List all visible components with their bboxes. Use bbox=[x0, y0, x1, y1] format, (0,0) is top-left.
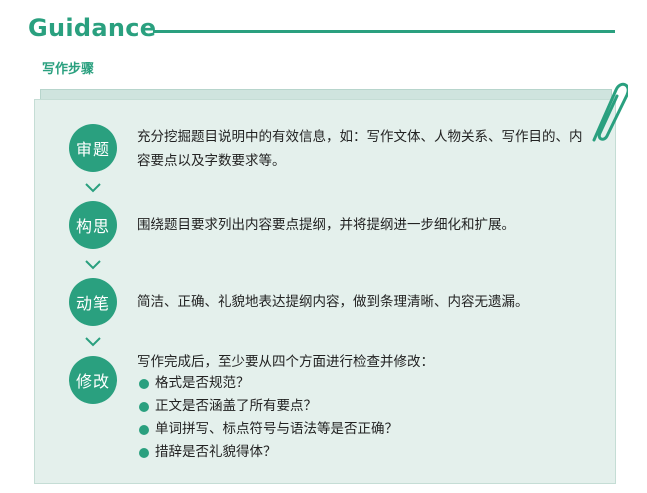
step-badge-review: 审题 bbox=[69, 124, 117, 172]
revision-checklist: 格式是否规范？ 正文是否涵盖了所有要点？ 单词拼写、标点符号与语法等是否正确？ … bbox=[137, 372, 592, 464]
section-subtitle: 写作步骤 bbox=[42, 62, 95, 77]
page-title: Guidance bbox=[28, 14, 157, 42]
title-rule bbox=[153, 30, 615, 33]
header: Guidance bbox=[28, 14, 618, 46]
step-text-write: 简洁、正确、礼貌地表达提纲内容，做到条理清晰、内容无遗漏。 bbox=[137, 294, 529, 310]
step-badge-revise: 修改 bbox=[69, 356, 117, 404]
checklist-item-text: 措辞是否礼貌得体？ bbox=[155, 444, 277, 460]
checklist-item-text: 单词拼写、标点符号与语法等是否正确？ bbox=[155, 421, 398, 437]
step-badge-write: 动笔 bbox=[69, 278, 117, 326]
chevron-down-icon bbox=[85, 260, 101, 270]
step-text-review: 充分挖掘题目说明中的有效信息，如：写作文体、人物关系、写作目的、内容要点以及字数… bbox=[137, 129, 583, 169]
chevron-down-icon bbox=[85, 337, 101, 347]
chevron-down-icon bbox=[85, 183, 101, 193]
bullet-dot bbox=[139, 379, 149, 389]
list-item: 正文是否涵盖了所有要点？ bbox=[137, 395, 592, 418]
bullet-dot bbox=[139, 402, 149, 412]
list-item: 格式是否规范？ bbox=[137, 372, 592, 395]
checklist-item-text: 格式是否规范？ bbox=[155, 375, 250, 391]
list-item: 单词拼写、标点符号与语法等是否正确？ bbox=[137, 418, 592, 441]
list-item: 措辞是否礼貌得体？ bbox=[137, 441, 592, 464]
bullet-dot bbox=[139, 448, 149, 458]
step-badge-plan: 构思 bbox=[69, 201, 117, 249]
bullet-dot bbox=[139, 425, 149, 435]
step-text-plan: 围绕题目要求列出内容要点提纲，并将提纲进一步细化和扩展。 bbox=[137, 217, 515, 233]
step-text-revise: 写作完成后，至少要从四个方面进行检查并修改： bbox=[137, 354, 434, 370]
checklist-item-text: 正文是否涵盖了所有要点？ bbox=[155, 398, 317, 414]
